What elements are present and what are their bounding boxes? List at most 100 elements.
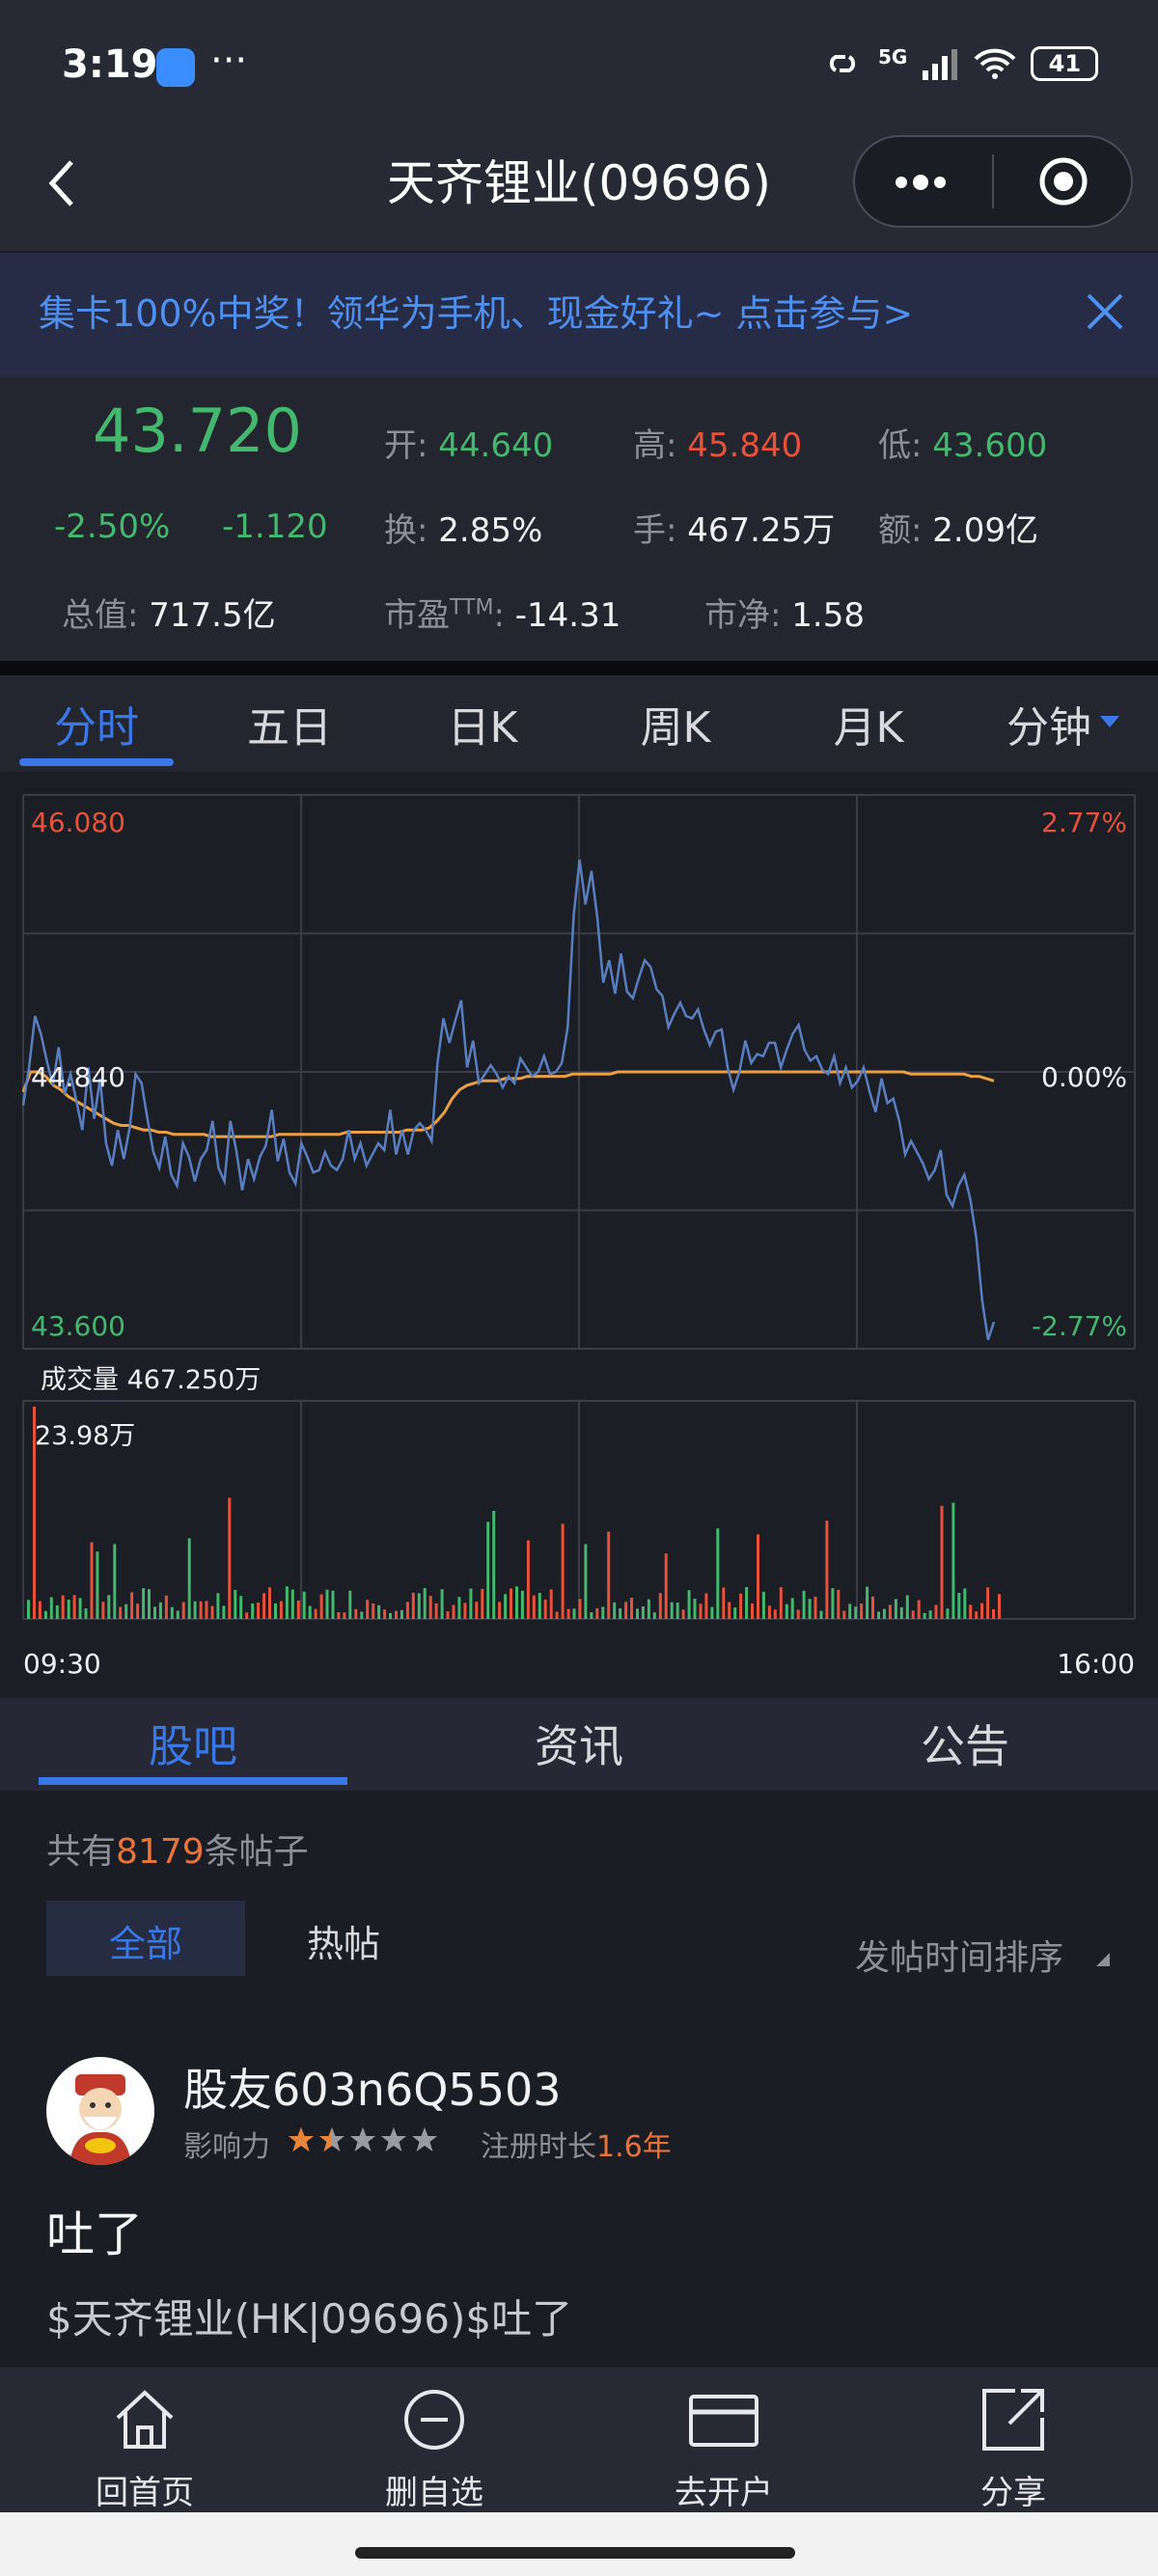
tab-announcements[interactable]: 公告 bbox=[868, 1712, 1062, 1775]
open-stat: 开: 44.640 bbox=[384, 426, 554, 465]
volume-bar bbox=[831, 1588, 835, 1619]
remove-watchlist-icon bbox=[404, 2390, 464, 2450]
volume-bar bbox=[285, 1586, 289, 1619]
market-cap-stat: 总值: 717.5亿 bbox=[62, 596, 276, 635]
volume-bar bbox=[187, 1538, 191, 1619]
nav-remove-watchlist[interactable]: 删自选 bbox=[338, 2383, 531, 2513]
post-count: 共有8179条帖子 bbox=[46, 1832, 309, 1872]
nav-share[interactable]: 分享 bbox=[917, 2383, 1110, 2513]
volume-bar bbox=[607, 1531, 611, 1619]
home-icon bbox=[116, 2390, 174, 2449]
volume-bar bbox=[601, 1606, 605, 1619]
volume-bar bbox=[440, 1589, 444, 1619]
pb-stat: 市净: 1.58 bbox=[704, 596, 865, 635]
status-icons: 5G 41 bbox=[820, 44, 1099, 83]
pct-mid-label: 0.00% bbox=[1041, 1061, 1127, 1093]
close-miniprogram-icon[interactable] bbox=[1036, 154, 1090, 208]
volume-bar bbox=[647, 1599, 650, 1619]
volume-bar bbox=[998, 1594, 1001, 1619]
app-notification-icon bbox=[156, 48, 195, 87]
chart-grid bbox=[22, 794, 1136, 1620]
tab-daily-k[interactable]: 日K bbox=[396, 693, 569, 754]
volume-bar bbox=[877, 1611, 880, 1619]
volume-bar bbox=[43, 1610, 47, 1619]
tab-intraday[interactable]: 分时 bbox=[10, 693, 183, 754]
volume-bar bbox=[405, 1602, 409, 1619]
volume-bar bbox=[296, 1600, 300, 1619]
star-icon bbox=[289, 2127, 314, 2151]
volume-bar bbox=[980, 1603, 984, 1619]
home-indicator[interactable] bbox=[355, 2547, 795, 2559]
volume-bar bbox=[205, 1601, 208, 1619]
price-line bbox=[21, 859, 996, 1341]
promo-banner-text[interactable]: 集卡100%中奖！领华为手机、现金好礼~ 点击参与> bbox=[39, 284, 913, 337]
volume-bar bbox=[790, 1598, 794, 1619]
tab-monthly-k[interactable]: 月K bbox=[782, 693, 955, 754]
volume-bar bbox=[566, 1608, 570, 1619]
volume-bar bbox=[888, 1604, 892, 1619]
volume-bar bbox=[658, 1593, 662, 1619]
tab-news[interactable]: 资讯 bbox=[482, 1712, 676, 1775]
volume-bar bbox=[928, 1610, 932, 1619]
post-body[interactable]: $天齐锂业(HK|09696)$吐了 bbox=[46, 2287, 572, 2345]
nav-home[interactable]: 回首页 bbox=[48, 2383, 241, 2513]
volume-bar bbox=[739, 1593, 743, 1619]
influence-stars bbox=[289, 2127, 437, 2151]
volume-bar bbox=[389, 1613, 392, 1619]
volume-bar bbox=[142, 1588, 146, 1619]
fortune-god-avatar-icon bbox=[69, 2074, 131, 2165]
star-icon bbox=[350, 2127, 375, 2151]
tab-five-day[interactable]: 五日 bbox=[203, 693, 376, 754]
volume-bar bbox=[72, 1595, 76, 1619]
volume-bar bbox=[107, 1595, 111, 1619]
volume-bar bbox=[520, 1590, 524, 1619]
post-username[interactable]: 股友603n6Q5503 bbox=[183, 2055, 562, 2119]
filter-all[interactable]: 全部 bbox=[46, 1914, 245, 1967]
volume-bar bbox=[96, 1551, 99, 1619]
volume-bar bbox=[664, 1553, 668, 1619]
volume-bar bbox=[969, 1604, 973, 1619]
tab-forum[interactable]: 股吧 bbox=[96, 1712, 290, 1775]
avg-price-line bbox=[21, 1070, 995, 1138]
volume-bar bbox=[951, 1502, 955, 1619]
sort-dropdown[interactable]: 发帖时间排序 bbox=[855, 1930, 1063, 1980]
volume-bar bbox=[279, 1601, 283, 1619]
volume-bar bbox=[504, 1594, 508, 1619]
more-menu-icon[interactable] bbox=[890, 168, 951, 197]
tab-weekly-k[interactable]: 周K bbox=[589, 693, 762, 754]
wifi-icon bbox=[974, 48, 1016, 79]
volume-bar bbox=[751, 1603, 754, 1619]
intraday-chart[interactable] bbox=[0, 772, 1158, 1698]
nav-home-label: 回首页 bbox=[96, 2474, 194, 2512]
volume-bar bbox=[234, 1589, 237, 1619]
volume-bar bbox=[710, 1606, 714, 1619]
nav-open-account[interactable]: 去开户 bbox=[627, 2383, 820, 2513]
volume-bar bbox=[49, 1597, 53, 1619]
volume-bar bbox=[819, 1610, 823, 1619]
volume-bar bbox=[199, 1601, 203, 1619]
volume-bar bbox=[745, 1587, 749, 1619]
post-title[interactable]: 吐了 bbox=[46, 2196, 143, 2265]
influence-label: 影响力 bbox=[183, 2130, 270, 2164]
volume-bar bbox=[923, 1612, 926, 1619]
volume-bar bbox=[55, 1605, 59, 1619]
volume-bar bbox=[963, 1588, 967, 1619]
volume-bar bbox=[446, 1611, 450, 1619]
volume-bar bbox=[767, 1605, 771, 1619]
volume-bar bbox=[825, 1521, 829, 1619]
volume-bar bbox=[268, 1587, 271, 1619]
chevron-down-icon[interactable] bbox=[1098, 714, 1121, 729]
volume-bar bbox=[894, 1599, 897, 1619]
volume-bar bbox=[498, 1602, 502, 1619]
tab-underline bbox=[39, 1777, 347, 1785]
filter-hot[interactable]: 热帖 bbox=[307, 1914, 380, 1967]
volume-bar bbox=[372, 1603, 375, 1619]
volume-bar bbox=[704, 1593, 708, 1619]
volume-bars bbox=[27, 1407, 1001, 1619]
volume-bar bbox=[176, 1610, 179, 1619]
volume-bar bbox=[917, 1600, 921, 1619]
close-icon[interactable] bbox=[1081, 288, 1129, 336]
volume-bar bbox=[113, 1544, 117, 1619]
avatar[interactable] bbox=[46, 2057, 154, 2165]
volume-bar bbox=[463, 1603, 467, 1619]
